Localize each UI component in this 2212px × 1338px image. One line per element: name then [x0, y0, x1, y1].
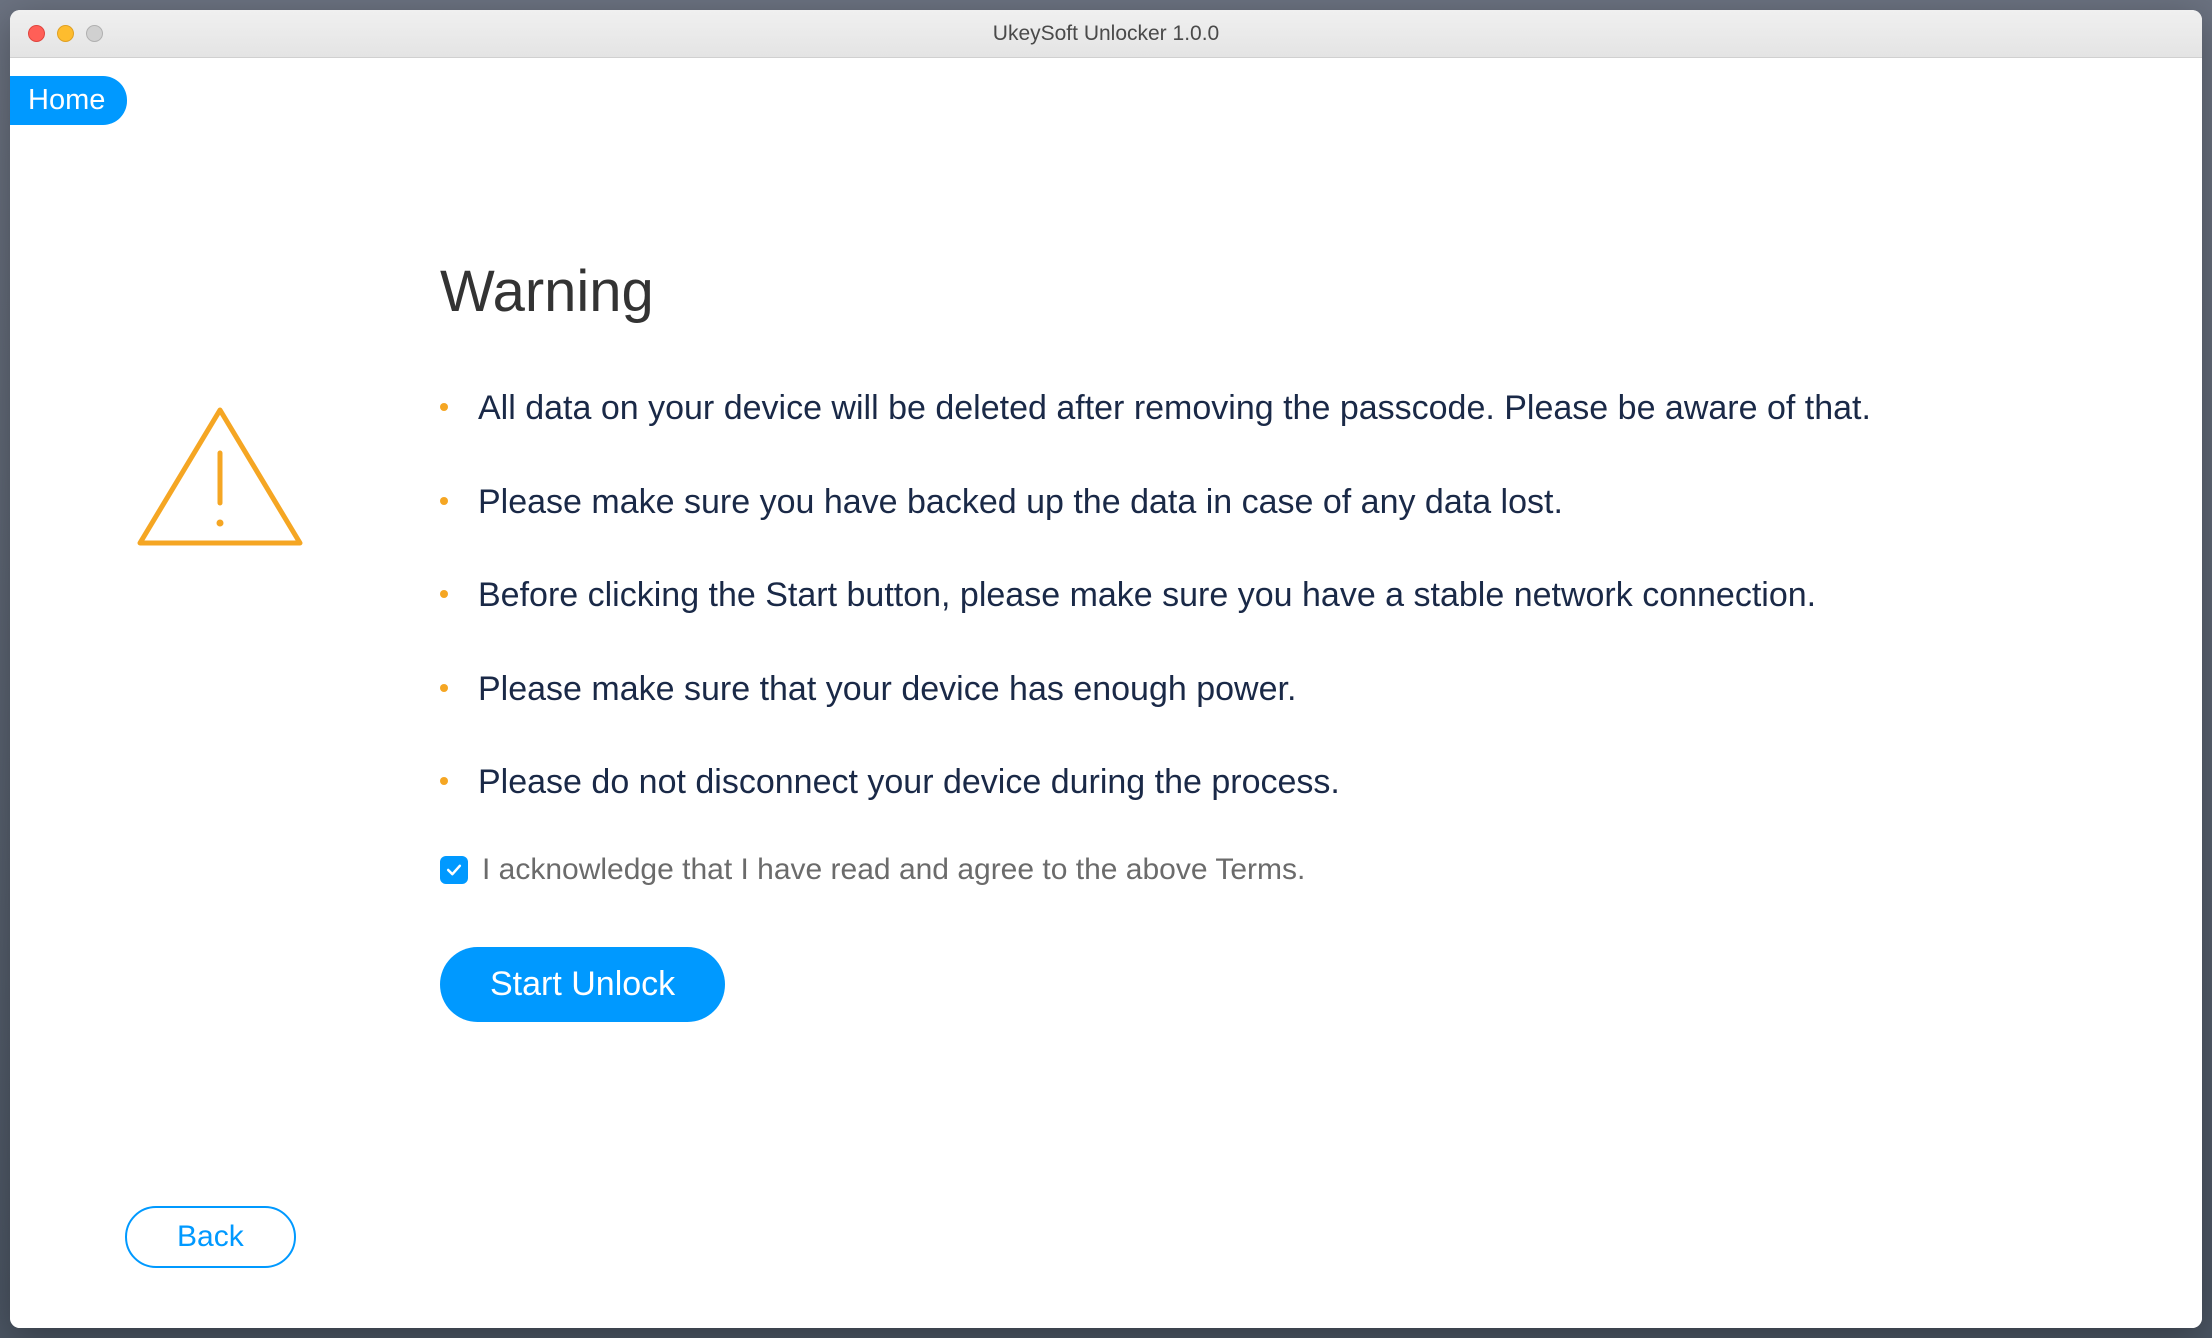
start-unlock-button[interactable]: Start Unlock [440, 947, 725, 1022]
list-item-text: Please do not disconnect your device dur… [478, 759, 1340, 807]
list-item-text: Please make sure you have backed up the … [478, 479, 1563, 527]
minimize-window-button[interactable] [57, 25, 74, 42]
main-area: Warning All data on your device will be … [440, 258, 2122, 1022]
bullet-icon [440, 497, 448, 505]
home-tab[interactable]: Home [10, 76, 127, 125]
check-icon [444, 860, 464, 880]
titlebar: UkeySoft Unlocker 1.0.0 [10, 10, 2202, 58]
back-button-label: Back [177, 1220, 244, 1253]
back-button[interactable]: Back [125, 1206, 296, 1268]
app-window: UkeySoft Unlocker 1.0.0 Home Warning All… [10, 10, 2202, 1328]
window-title: UkeySoft Unlocker 1.0.0 [993, 22, 1219, 46]
acknowledge-label: I acknowledge that I have read and agree… [482, 853, 1305, 887]
list-item: Please make sure that your device has en… [440, 666, 2122, 714]
list-item: Before clicking the Start button, please… [440, 572, 2122, 620]
maximize-window-button [86, 25, 103, 42]
page-heading: Warning [440, 258, 2122, 325]
list-item-text: Please make sure that your device has en… [478, 666, 1296, 714]
start-unlock-label: Start Unlock [490, 965, 675, 1003]
list-item: All data on your device will be deleted … [440, 385, 2122, 433]
list-item-text: All data on your device will be deleted … [478, 385, 1871, 433]
acknowledge-row: I acknowledge that I have read and agree… [440, 853, 2122, 887]
list-item-text: Before clicking the Start button, please… [478, 572, 1816, 620]
content-area: Home Warning All data on your device wil… [10, 58, 2202, 1328]
traffic-lights [10, 25, 103, 42]
close-window-button[interactable] [28, 25, 45, 42]
bullet-icon [440, 684, 448, 692]
home-tab-label: Home [28, 84, 105, 116]
bullet-icon [440, 403, 448, 411]
bullet-icon [440, 777, 448, 785]
warning-icon [130, 398, 310, 563]
list-item: Please do not disconnect your device dur… [440, 759, 2122, 807]
bullet-icon [440, 590, 448, 598]
acknowledge-checkbox[interactable] [440, 856, 468, 884]
list-item: Please make sure you have backed up the … [440, 479, 2122, 527]
warning-list: All data on your device will be deleted … [440, 385, 2122, 807]
